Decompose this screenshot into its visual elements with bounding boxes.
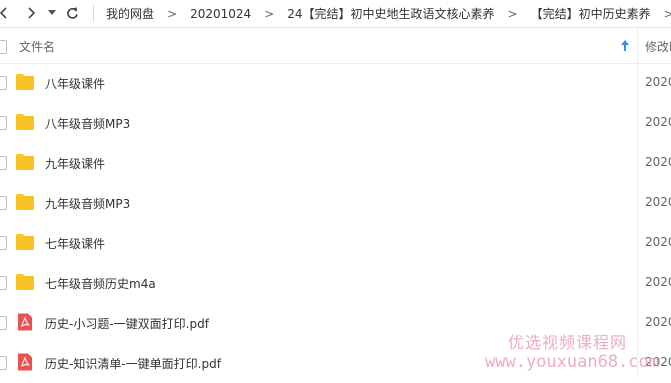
refresh-button[interactable] <box>64 3 80 23</box>
file-name[interactable]: 八年级音频MP3 <box>45 115 130 132</box>
row-checkbox[interactable] <box>0 236 7 250</box>
file-name[interactable]: 历史-小习题-一键双面打印.pdf <box>45 315 209 332</box>
row-checkbox[interactable] <box>0 316 7 330</box>
breadcrumb-item-date-folder[interactable]: 20201024 <box>190 7 251 21</box>
pdf-icon <box>18 313 32 331</box>
column-header-modified[interactable]: 修改时 <box>645 38 671 55</box>
folder-icon <box>16 234 34 250</box>
breadcrumb-separator: > <box>663 6 671 21</box>
breadcrumb-item-course-folder[interactable]: 24【完结】初中史地生政语文核心素养 <box>287 5 494 22</box>
breadcrumb: 我的网盘 > 20201024 > 24【完结】初中史地生政语文核心素养 > 【… <box>106 0 671 27</box>
column-header-name[interactable]: 文件名 <box>19 38 55 55</box>
list-item[interactable]: 八年级课件 2020 <box>0 63 671 103</box>
file-date: 2020 <box>645 275 671 289</box>
row-checkbox[interactable] <box>0 156 7 170</box>
file-date: 2020 <box>645 315 671 329</box>
file-name[interactable]: 九年级课件 <box>45 155 105 172</box>
list-item[interactable]: 八年级音频MP3 2020 <box>0 103 671 143</box>
breadcrumb-separator: > <box>264 6 275 21</box>
file-name[interactable]: 九年级音频MP3 <box>45 195 130 212</box>
folder-icon <box>16 74 34 90</box>
chevron-right-icon <box>28 7 36 19</box>
file-date: 2020 <box>645 235 671 249</box>
breadcrumb-item-history-folder[interactable]: 【完结】初中历史素养 <box>531 5 651 22</box>
row-checkbox[interactable] <box>0 116 7 130</box>
toolbar: 我的网盘 > 20201024 > 24【完结】初中史地生政语文核心素养 > 【… <box>0 0 671 28</box>
list-item[interactable]: 九年级音频MP3 2020 <box>0 183 671 223</box>
row-checkbox[interactable] <box>0 356 7 370</box>
folder-icon <box>16 194 34 210</box>
watermark-text: 优选视频课程网 <box>508 333 628 352</box>
breadcrumb-separator: > <box>167 6 178 21</box>
folder-icon <box>16 154 34 170</box>
file-name[interactable]: 历史-知识清单-一键单面打印.pdf <box>45 355 221 372</box>
file-name[interactable]: 七年级课件 <box>45 235 105 252</box>
forward-button[interactable] <box>23 3 39 23</box>
row-checkbox[interactable] <box>0 76 7 90</box>
history-dropdown-button[interactable] <box>44 3 60 23</box>
row-checkbox[interactable] <box>0 276 7 290</box>
chevron-left-icon <box>0 7 7 19</box>
row-checkbox[interactable] <box>0 196 7 210</box>
sort-ascending-icon[interactable] <box>620 39 630 53</box>
pdf-icon <box>18 353 32 371</box>
list-item[interactable]: 九年级课件 2020 <box>0 143 671 183</box>
file-list-header: 文件名 修改时 <box>0 28 671 64</box>
list-item[interactable]: 七年级课件 2020 <box>0 223 671 263</box>
caret-down-icon <box>48 10 56 15</box>
watermark-url: www.youxuan68.com <box>485 352 659 372</box>
file-date: 2020 <box>645 115 671 129</box>
file-date: 2020 <box>645 195 671 209</box>
list-item[interactable]: 七年级音频历史m4a 2020 <box>0 263 671 303</box>
breadcrumb-item-root[interactable]: 我的网盘 <box>106 5 154 22</box>
refresh-icon <box>66 6 78 19</box>
toolbar-divider <box>93 5 94 22</box>
breadcrumb-separator: > <box>507 6 518 21</box>
file-name[interactable]: 八年级课件 <box>45 75 105 92</box>
file-date: 2020 <box>645 155 671 169</box>
select-all-checkbox[interactable] <box>0 40 7 54</box>
file-name[interactable]: 七年级音频历史m4a <box>45 275 156 292</box>
folder-icon <box>16 114 34 130</box>
column-divider[interactable] <box>637 28 638 63</box>
folder-icon <box>16 274 34 290</box>
file-date: 2020 <box>645 75 671 89</box>
back-button[interactable] <box>0 3 12 23</box>
